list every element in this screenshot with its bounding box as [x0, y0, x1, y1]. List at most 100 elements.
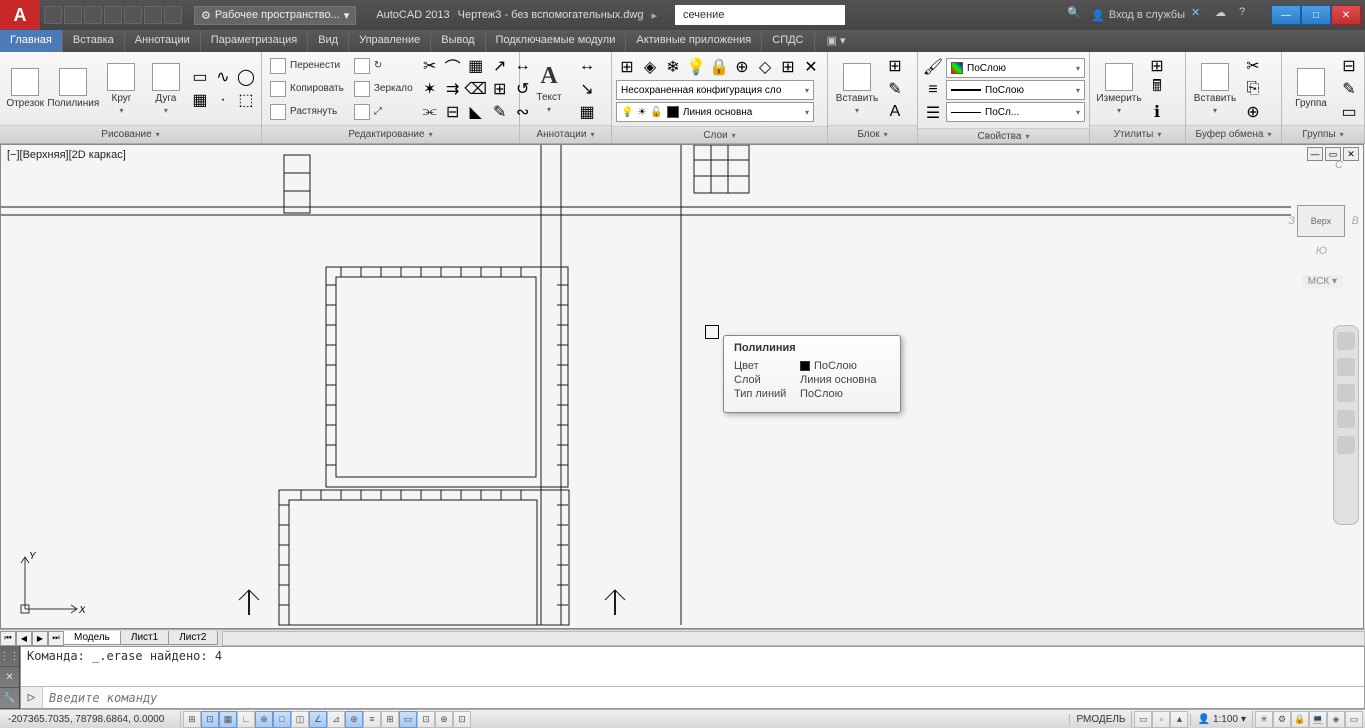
- panel-title-utils[interactable]: Утилиты: [1090, 125, 1185, 143]
- command-input[interactable]: [43, 691, 1364, 705]
- anno-scale[interactable]: 👤 1:100 ▾: [1190, 714, 1252, 725]
- tpy-toggle[interactable]: ⊞: [381, 711, 399, 728]
- tab-view[interactable]: Вид: [308, 30, 349, 52]
- leader-icon[interactable]: ↘: [576, 78, 598, 100]
- workspace-dropdown[interactable]: ⚙ Рабочее пространство... ▾: [194, 6, 356, 25]
- panel-title-layers[interactable]: Слои: [612, 126, 827, 143]
- wcs-dropdown[interactable]: МСК ▾: [1302, 275, 1343, 288]
- tab-express[interactable]: Активные приложения: [626, 30, 762, 52]
- qat-undo[interactable]: [144, 6, 162, 24]
- layfrz-icon[interactable]: ❄: [662, 56, 684, 78]
- dim-icon[interactable]: ↔: [576, 55, 598, 77]
- showmotion-icon[interactable]: [1337, 436, 1355, 454]
- cloud-icon[interactable]: ☁: [1215, 6, 1233, 24]
- quickview-layouts-icon[interactable]: ▭: [1134, 711, 1152, 728]
- selectall-icon[interactable]: ⊞: [1146, 55, 1168, 77]
- tab-sheet1[interactable]: Лист1: [120, 631, 169, 645]
- ac-toggle[interactable]: ⊡: [453, 711, 471, 728]
- copy-clip-icon[interactable]: ⎘: [1242, 78, 1264, 100]
- panel-title-modify[interactable]: Редактирование: [262, 125, 519, 143]
- drawing-area[interactable]: [−][Верхняя][2D каркас] — ▭ ✕: [0, 144, 1364, 629]
- snap-toggle[interactable]: ⊡: [201, 711, 219, 728]
- attr-icon[interactable]: A: [884, 101, 906, 123]
- tab-plugins[interactable]: Подключаемые модули: [486, 30, 627, 52]
- sheet-first[interactable]: ⏮: [0, 631, 16, 646]
- close-button[interactable]: ✕: [1331, 5, 1361, 25]
- join-icon[interactable]: ⫘: [419, 101, 441, 123]
- text-button[interactable]: AТекст: [524, 55, 574, 123]
- viewcube[interactable]: Верх: [1297, 205, 1345, 237]
- sheet-scrollbar[interactable]: [222, 631, 1365, 646]
- groupbb-icon[interactable]: ▭: [1338, 101, 1360, 123]
- break-icon[interactable]: ⊟: [442, 101, 464, 123]
- grid-toggle[interactable]: ▦: [219, 711, 237, 728]
- tab-manage[interactable]: Управление: [349, 30, 431, 52]
- spline-icon[interactable]: ∿: [212, 66, 234, 88]
- steering-wheel-icon[interactable]: [1337, 332, 1355, 350]
- quickcalc-icon[interactable]: 🖩: [1146, 78, 1168, 100]
- chevron-icon[interactable]: ▸: [651, 9, 657, 22]
- trim-icon[interactable]: ✂: [419, 55, 441, 77]
- measure-button[interactable]: Измерить: [1094, 55, 1144, 123]
- ortho-toggle[interactable]: ∟: [237, 711, 255, 728]
- panel-title-groups[interactable]: Группы: [1282, 125, 1364, 143]
- layprop-icon[interactable]: ⊞: [616, 56, 638, 78]
- anno-scale-icon[interactable]: ▲: [1170, 711, 1188, 728]
- qat-open[interactable]: [64, 6, 82, 24]
- laylck-icon[interactable]: 🔒: [708, 56, 730, 78]
- pan-icon[interactable]: [1337, 358, 1355, 376]
- extend-icon[interactable]: ↗: [489, 55, 511, 77]
- infocenter-search[interactable]: сечение: [675, 5, 845, 25]
- clean-screen-icon[interactable]: ▭: [1345, 711, 1363, 728]
- cmd-grip-icon[interactable]: ⋮⋮: [0, 646, 19, 667]
- group-button[interactable]: Группа: [1286, 55, 1336, 123]
- tab-annotate[interactable]: Аннотации: [125, 30, 201, 52]
- rotate-button[interactable]: ↻: [350, 55, 417, 77]
- polar-toggle[interactable]: ⊕: [255, 711, 273, 728]
- qat-save[interactable]: [84, 6, 102, 24]
- create-block-icon[interactable]: ⊞: [884, 55, 906, 77]
- osnap-toggle[interactable]: □: [273, 711, 291, 728]
- panel-title-props[interactable]: Свойства: [918, 128, 1089, 143]
- qp-toggle[interactable]: ▭: [399, 711, 417, 728]
- tab-parametric[interactable]: Параметризация: [201, 30, 308, 52]
- hatch-icon[interactable]: ▦: [189, 89, 211, 111]
- rect-icon[interactable]: ▭: [189, 66, 211, 88]
- offset-icon[interactable]: ⇉: [442, 78, 464, 100]
- table-icon[interactable]: ▦: [576, 101, 598, 123]
- qat-redo[interactable]: [164, 6, 182, 24]
- lweight-dropdown[interactable]: ПоСлою: [946, 80, 1085, 100]
- minimize-button[interactable]: —: [1271, 5, 1301, 25]
- search-icon[interactable]: 🔍: [1067, 6, 1085, 24]
- lwt-toggle[interactable]: ≡: [363, 711, 381, 728]
- point-icon[interactable]: ·: [212, 89, 234, 111]
- ws-switch-icon[interactable]: ⚙: [1273, 711, 1291, 728]
- layuniso-icon[interactable]: ◇: [754, 56, 776, 78]
- exchange-icon[interactable]: ✕: [1191, 6, 1209, 24]
- 3dosnap-toggle[interactable]: ◫: [291, 711, 309, 728]
- copybase-icon[interactable]: ⊕: [1242, 101, 1264, 123]
- region-icon[interactable]: ⬚: [235, 89, 257, 111]
- ucs-icon[interactable]: YX: [15, 549, 85, 622]
- cmd-wrench-icon[interactable]: 🔧: [0, 688, 19, 709]
- mirror-button[interactable]: Зеркало: [350, 78, 417, 100]
- layiso-icon[interactable]: ◈: [639, 56, 661, 78]
- groupedit-icon[interactable]: ✎: [1338, 78, 1360, 100]
- panel-title-clip[interactable]: Буфер обмена: [1186, 125, 1281, 143]
- pedit-icon[interactable]: ✎: [489, 101, 511, 123]
- anno-vis-icon[interactable]: ✳: [1255, 711, 1273, 728]
- laymatch-icon[interactable]: ⊕: [731, 56, 753, 78]
- panel-title-annot[interactable]: Аннотации: [520, 125, 611, 143]
- layer-dropdown[interactable]: 💡☀🔓 Линия основна: [616, 102, 814, 122]
- tab-output[interactable]: Вывод: [431, 30, 485, 52]
- chamfer-icon[interactable]: ◣: [465, 101, 487, 123]
- move-button[interactable]: Перенести: [266, 55, 348, 77]
- laymrg-icon[interactable]: ⊞: [777, 56, 799, 78]
- bylayer-icon[interactable]: ≡: [922, 79, 944, 101]
- qat-new[interactable]: [44, 6, 62, 24]
- otrack-toggle[interactable]: ∠: [309, 711, 327, 728]
- model-space-label[interactable]: РМОДЕЛЬ: [1069, 714, 1131, 725]
- tab-sheet2[interactable]: Лист2: [168, 631, 217, 645]
- isolate-icon[interactable]: ◈: [1327, 711, 1345, 728]
- line-button[interactable]: Отрезок: [4, 55, 46, 123]
